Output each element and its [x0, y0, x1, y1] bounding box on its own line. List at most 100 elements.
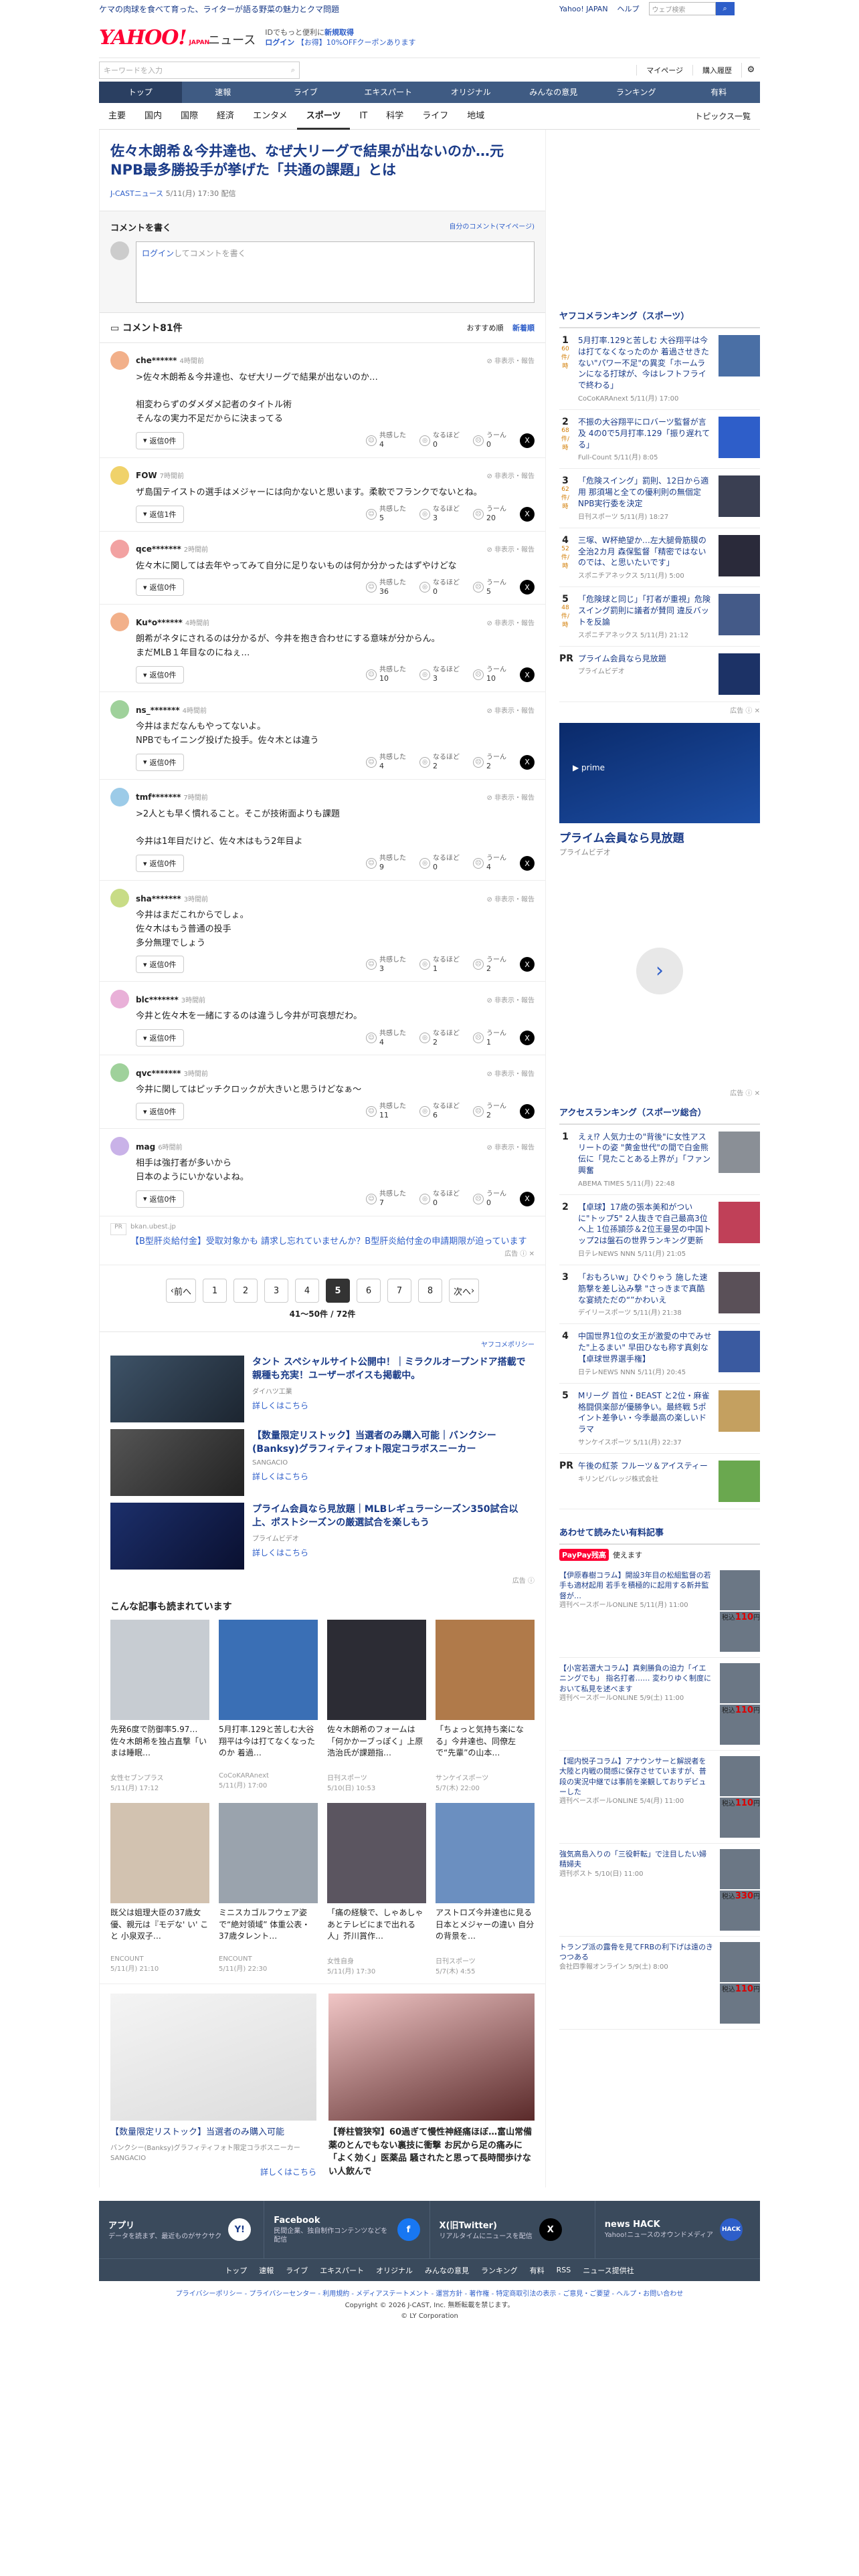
avatar[interactable] — [110, 889, 129, 908]
keyword-input[interactable]: キーワードを入力 ⌕ — [99, 61, 300, 79]
rank-title[interactable]: 「危険球と同じ」「打者が重視」危険スイング罰則に議者が賛同 違反バットを反論 — [578, 594, 712, 627]
paid-item[interactable]: 【小宮若選大コラム】真剣勝負の迫力「イエニングでも」 指名打者…… 変わりゆく制… — [559, 1658, 760, 1751]
related-article[interactable]: 既父は姐理大臣の37歳女優、親元は『モデな' い' こと 小泉双子… ENCOUN… — [110, 1803, 209, 1975]
nav-expert[interactable]: エキスパート — [347, 82, 430, 103]
page-4[interactable]: 4 — [295, 1279, 319, 1303]
ranking-item[interactable]: 2 68件/時 不振の大谷翔平にロバーツ監督が言及 4の0で5月打率.129「振り遅… — [559, 410, 760, 469]
report-link[interactable]: ⊘ 非表示・報告 — [486, 994, 535, 1004]
subnav-entertainment[interactable]: エンタメ — [244, 103, 297, 130]
page-1[interactable]: 1 — [203, 1279, 227, 1303]
report-link[interactable]: ⊘ 非表示・報告 — [486, 355, 535, 365]
comment-policy-link[interactable]: ヤフコメポリシー — [110, 1339, 535, 1349]
access-item[interactable]: 3 「おもろいw」ひぐりゃう 施した速筋撃を差し込み撃 "さっきまで真酷な宴続ただ… — [559, 1265, 760, 1325]
article-title[interactable]: アストロズ今井達也に見る日本とメジャーの違い 自分の背景を… — [436, 1907, 535, 1954]
article-title[interactable]: ミニスカゴルフウェア姿で“絶対領域” 体重公表・37歳タレント… — [219, 1907, 318, 1954]
footer-nav-link[interactable]: ライブ — [286, 2265, 308, 2276]
comment-author[interactable]: FOW 7時間前 — [136, 470, 184, 480]
report-link[interactable]: ⊘ 非表示・報告 — [486, 705, 535, 715]
rank-title[interactable]: 【卓球】17歳の張本美和がついに"トップ5" 2人抜きで自己最高3位へ上 1位孫… — [578, 1202, 712, 1247]
reaction-insight-button[interactable]: ◎ なるほど 0 — [419, 1190, 460, 1207]
subnav-science[interactable]: 科学 — [377, 103, 413, 130]
purchase-history-link[interactable]: 購入履歴 — [692, 64, 741, 76]
reaction-hmm-button[interactable]: ☹ うーん 0 — [473, 432, 506, 449]
rank-title[interactable]: 午後の紅茶 フルーツ＆アイスティー — [578, 1461, 712, 1472]
article-title[interactable]: 先発6度で防御率5.97…佐々木朗希を独占直撃「いまは睡眠… — [110, 1724, 209, 1771]
access-item[interactable]: 1 えぇ⁉ 人気力士の"背後"に女性アスリートの姿 "黄金世代"の間で白金熊伝に「… — [559, 1125, 760, 1195]
subnav-region[interactable]: 地域 — [458, 103, 494, 130]
rank-title[interactable]: 中国世界1位の女王が激愛の中でみせた"上るまい" 早田ひなも称す真剣な【卓球世界… — [578, 1331, 712, 1364]
subnav-life[interactable]: ライフ — [413, 103, 458, 130]
related-article[interactable]: ミニスカゴルフウェア姿で“絶対領域” 体重公表・37歳タレント… ENCOUNT 5… — [219, 1803, 318, 1975]
login-link[interactable]: ログイン — [265, 38, 294, 47]
x-share-icon[interactable]: X — [520, 1104, 535, 1119]
subnav-main[interactable]: 主要 — [99, 103, 135, 130]
article-source[interactable]: J-CASTニュース — [110, 189, 163, 198]
sponsored-item[interactable]: タント スペシャルサイト公開中！｜ミラクルオープンドア搭載で親種も充実！ユーザー… — [110, 1356, 535, 1423]
subnav-sports[interactable]: スポーツ — [296, 103, 351, 130]
sort-newest[interactable]: 新着順 — [512, 324, 535, 332]
ad-title[interactable]: 【数量限定リストック】当選者のみ購入可能 — [110, 2126, 316, 2139]
avatar[interactable] — [110, 350, 129, 370]
reply-button[interactable]: ▾ 返信0件 — [136, 578, 184, 597]
article-title[interactable]: 佐々木朗希＆今井達也、なぜ大リーグで結果が出ないのか…元NPB最多勝投手が挙げた… — [110, 142, 535, 180]
related-article[interactable]: アストロズ今井達也に見る日本とメジャーの違い 自分の背景を… 日刊スポーツ 5/7(… — [436, 1803, 535, 1975]
reaction-insight-button[interactable]: ◎ なるほど 1 — [419, 956, 460, 973]
related-article[interactable]: 「ちょっと気持ち楽になる」今井達也、同僚左で“先輩”の山本… サンケイスポーツ 5/… — [436, 1620, 535, 1792]
comment-author[interactable]: blc******* 3時間前 — [136, 994, 205, 1004]
reaction-empathy-button[interactable]: ☺ 共感した 9 — [366, 855, 406, 871]
page-6[interactable]: 6 — [357, 1279, 381, 1303]
avatar[interactable] — [110, 465, 129, 485]
ranking-item[interactable]: PR プライム会員なら見放題 プライムビデオ — [559, 647, 760, 702]
comment-author[interactable]: qvc******* 3時間前 — [136, 1068, 208, 1078]
comment-author[interactable]: Ku*o****** 4時間前 — [136, 617, 209, 627]
sponsored-title[interactable]: 【数量限定リストック】当選者のみ購入可能｜バンクシー(Banksy)グラフィティ… — [252, 1429, 535, 1457]
x-share-icon[interactable]: X — [520, 856, 535, 871]
mypage-link[interactable]: マイページ — [636, 64, 692, 76]
reply-button[interactable]: ▾ 返信0件 — [136, 666, 184, 684]
x-share-icon[interactable]: X — [520, 957, 535, 972]
nav-top[interactable]: トップ — [99, 82, 182, 103]
ad-text[interactable]: 【B型肝炎給付金】受取対象かも 請求し忘れていませんか？B型肝炎給付金の申請期限… — [130, 1235, 535, 1249]
sponsored-more-link[interactable]: 詳しくはこちら — [252, 1547, 535, 1558]
rank-title[interactable]: プライム会員なら見放題 — [578, 653, 712, 665]
sponsored-more-link[interactable]: 詳しくはこちら — [252, 1471, 535, 1482]
avatar[interactable] — [110, 539, 129, 558]
reaction-insight-button[interactable]: ◎ なるほど 0 — [419, 855, 460, 871]
report-link[interactable]: ⊘ 非表示・報告 — [486, 893, 535, 903]
my-comments-link[interactable]: 自分のコメント(マイページ) — [449, 221, 535, 233]
rank-title[interactable]: えぇ⁉ 人気力士の"背後"に女性アスリートの姿 "黄金世代"の間で白金熊伝に「見… — [578, 1132, 712, 1176]
reaction-hmm-button[interactable]: ☹ うーん 10 — [473, 666, 506, 683]
reaction-hmm-button[interactable]: ☹ うーん 2 — [473, 956, 506, 973]
chevron-right-icon[interactable]: › — [636, 947, 683, 994]
reply-button[interactable]: ▾ 返信1件 — [136, 505, 184, 523]
paid-title[interactable]: 【伊原春樹コラム】開設3年目の松組監督の若手も適材起用 若手を積極的に起用する新… — [559, 1570, 713, 1601]
rank-title[interactable]: 「危険スイング」罰則、12日から適用 那須場と全ての優利則の無個定NPB実行委を… — [578, 475, 712, 509]
reaction-hmm-button[interactable]: ☹ うーん 1 — [473, 1030, 506, 1047]
footer-links[interactable]: プライバシーポリシー - プライバシーセンター - 利用規約 - メディアステー… — [99, 2281, 760, 2300]
reaction-empathy-button[interactable]: ☺ 共感した 11 — [366, 1103, 406, 1119]
web-search-input[interactable]: ウェブ検索 — [648, 2, 716, 15]
rank-title[interactable]: 不振の大谷翔平にロバーツ監督が言及 4の0で5月打率.129「振り遅れてる」 — [578, 417, 712, 450]
nav-ranking[interactable]: ランキング — [595, 82, 678, 103]
report-link[interactable]: ⊘ 非表示・報告 — [486, 792, 535, 802]
paid-item[interactable]: 【堀内悦子コラム】アナウンサーと解説者を大陸と内戦の間感に保存させていますが、普… — [559, 1751, 760, 1844]
reply-button[interactable]: ▾ 返信0件 — [136, 956, 184, 974]
footer-nav-link[interactable]: 有料 — [530, 2265, 545, 2276]
yahoo-japan-link[interactable]: Yahoo! JAPAN — [559, 5, 608, 13]
ranking-item[interactable]: 1 60件/時 5月打率.129と苦しむ 大谷翔平は今は打てなくなったのか 着過させ… — [559, 328, 760, 410]
footer-nav-link[interactable]: エキスパート — [320, 2265, 364, 2276]
reaction-hmm-button[interactable]: ☹ うーん 5 — [473, 579, 506, 596]
nav-opinion[interactable]: みんなの意見 — [512, 82, 595, 103]
web-search-button[interactable]: ⌕ — [715, 2, 735, 15]
reaction-hmm-button[interactable]: ☹ うーん 20 — [473, 506, 506, 522]
reply-button[interactable]: ▾ 返信0件 — [136, 1029, 184, 1047]
reply-button[interactable]: ▾ 返信0件 — [136, 855, 184, 873]
app-yahoo[interactable]: アプリ データを読まず、最近ものがサクサク Y! — [99, 2201, 265, 2259]
reaction-hmm-button[interactable]: ☹ うーん 2 — [473, 754, 506, 770]
paid-item[interactable]: 【伊原春樹コラム】開設3年目の松組監督の若手も適材起用 若手を積極的に起用する新… — [559, 1565, 760, 1658]
ranking-item[interactable]: 4 52件/時 三塚、W杯絶望か…左大腿骨筋膜の全治2カ月 森保監督「精密ではないの… — [559, 528, 760, 588]
avatar[interactable] — [110, 1137, 129, 1156]
rank-title[interactable]: 5月打率.129と苦しむ 大谷翔平は今は打てなくなったのか 着過させきたない"パ… — [578, 335, 712, 391]
comment-author[interactable]: qce******* 2時間前 — [136, 544, 208, 554]
nav-live[interactable]: ライブ — [264, 82, 347, 103]
